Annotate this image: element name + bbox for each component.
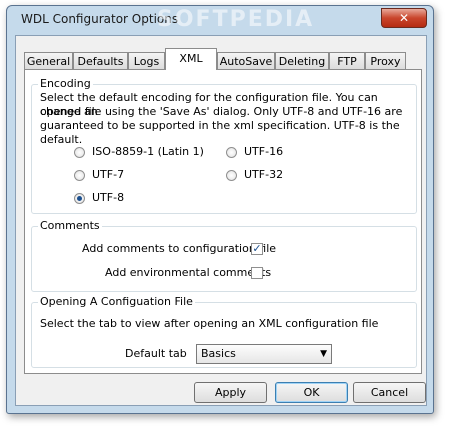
tab-autosave[interactable]: AutoSave	[217, 52, 275, 69]
tab-xml[interactable]: XML	[165, 48, 217, 70]
tab-deleting[interactable]: Deleting	[275, 52, 329, 69]
dropdown-arrow-icon: ▼	[320, 349, 327, 359]
radio-label: UTF-7	[92, 168, 125, 181]
comments-legend: Comments	[38, 219, 102, 232]
default-tab-value: Basics	[201, 347, 236, 360]
radio-label: UTF-16	[244, 145, 284, 158]
window-title: WDL Configurator Options	[21, 12, 179, 26]
opening-description: Select the tab to view after opening an …	[40, 317, 379, 330]
ok-button[interactable]: OK	[275, 382, 348, 403]
tab-defaults[interactable]: Defaults	[73, 52, 128, 69]
tab-logs[interactable]: Logs	[128, 52, 165, 69]
tab-ftp[interactable]: FTP	[329, 52, 365, 69]
opening-legend: Opening A Configuation File	[38, 295, 195, 308]
encoding-legend: Encoding	[38, 77, 93, 90]
comments-group: Comments Add comments to configuration f…	[31, 219, 417, 292]
default-tab-label: Default tab	[125, 347, 187, 360]
add-env-comments-checkbox[interactable]	[251, 267, 263, 279]
close-button[interactable]: ✕	[381, 8, 427, 28]
radio-button[interactable]	[74, 147, 85, 158]
opening-group: Opening A Configuation File Select the t…	[31, 295, 417, 368]
add-comments-label: Add comments to configuration file	[82, 242, 277, 255]
checkmark-icon: ✓	[252, 242, 262, 255]
close-icon: ✕	[398, 11, 410, 25]
cancel-button[interactable]: Cancel	[353, 382, 426, 403]
radio-button[interactable]	[226, 170, 237, 181]
radio-button[interactable]	[74, 170, 85, 181]
radio-button-selected[interactable]	[74, 193, 85, 204]
radio-label: ISO-8859-1 (Latin 1)	[92, 145, 204, 158]
add-env-comments-label: Add environmental comments	[105, 266, 272, 279]
encoding-description-line-2: opened file using the 'Save As' dialog. …	[40, 105, 403, 118]
encoding-group: Encoding Select the default encoding for…	[31, 77, 417, 214]
encoding-description-line-3: guaranteed to be supported in the xml sp…	[40, 119, 400, 146]
title-bar[interactable]: WDL Configurator Options SOFTPEDIA ✕	[7, 6, 433, 34]
add-comments-checkbox[interactable]: ✓	[251, 243, 263, 255]
radio-button[interactable]	[226, 147, 237, 158]
apply-button[interactable]: Apply	[194, 382, 267, 403]
options-window: WDL Configurator Options SOFTPEDIA ✕ Gen…	[6, 5, 434, 414]
radio-label: UTF-8	[92, 191, 125, 204]
tab-general[interactable]: General	[24, 52, 73, 69]
watermark: SOFTPEDIA	[157, 7, 315, 32]
default-tab-select[interactable]: Basics ▼	[196, 344, 332, 364]
dialog-client: General Defaults Logs XML AutoSave Delet…	[15, 35, 427, 406]
radio-label: UTF-32	[244, 168, 284, 181]
tab-proxy[interactable]: Proxy	[365, 52, 406, 69]
xml-tab-panel: Encoding Select the default encoding for…	[24, 69, 422, 374]
